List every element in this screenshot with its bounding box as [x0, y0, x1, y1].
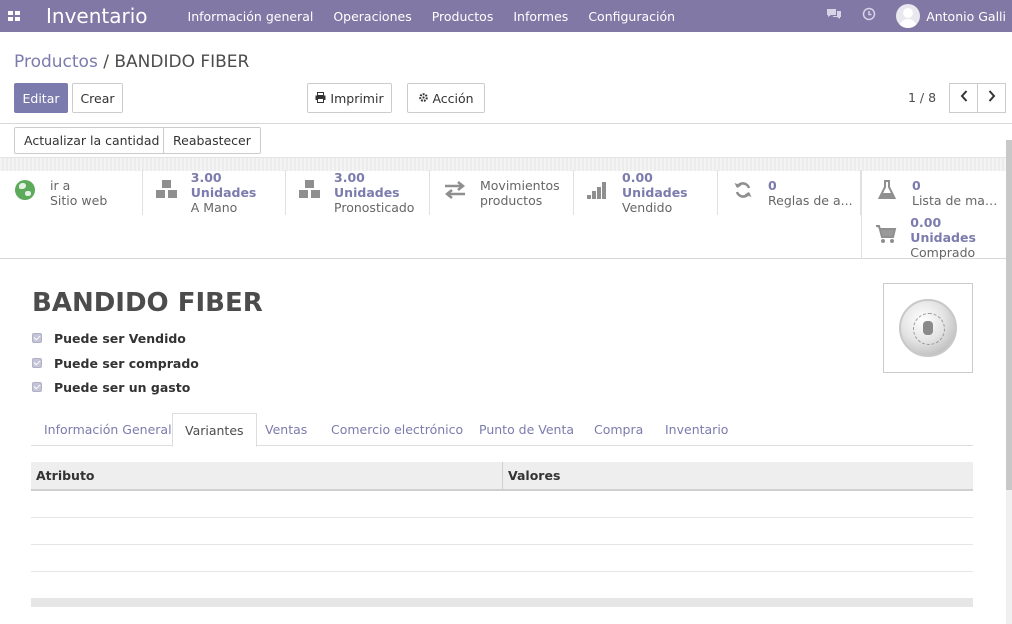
column-header-atributo[interactable]: Atributo [31, 462, 503, 489]
checkbox[interactable] [32, 358, 42, 368]
table-row [31, 545, 973, 572]
chat-icon[interactable] [826, 7, 842, 25]
check-label: Puede ser un gasto [54, 379, 191, 395]
stat-line2: productos [480, 192, 543, 208]
tab-variantes[interactable]: Variantes [172, 413, 257, 447]
table-row [31, 491, 973, 518]
main-menu: Información general Operaciones Producto… [188, 9, 696, 24]
tab-ventas[interactable]: Ventas [253, 413, 319, 446]
cart-icon [870, 224, 902, 250]
stat-value: 0.00 Unidades [910, 214, 976, 245]
exchange-icon [438, 180, 472, 205]
edit-button[interactable]: Editar [14, 83, 68, 113]
scrollbar-thumb[interactable] [1006, 140, 1012, 490]
table-row [31, 572, 973, 599]
table-footer [31, 599, 973, 607]
variants-table: Atributo Valores [31, 462, 973, 607]
table-row [31, 518, 973, 545]
stat-label: Lista de mat... [912, 192, 1000, 208]
create-button[interactable]: Crear [72, 83, 123, 113]
stat-buttons: ir a Sitio web 3.00 Unidades A Mano 3.00… [0, 170, 1006, 260]
app-title: Inventario [46, 4, 148, 28]
stat-website[interactable]: ir a Sitio web [0, 170, 143, 215]
stat-label: Reglas de a... [768, 192, 853, 208]
check-label: Puede ser Vendido [54, 330, 186, 346]
flask-icon [870, 179, 904, 206]
menu-item-operaciones[interactable]: Operaciones [333, 9, 411, 24]
signal-icon [582, 180, 614, 205]
gear-icon [418, 91, 429, 106]
breadcrumb-current: BANDIDO FIBER [114, 52, 250, 72]
menu-item-configuracion[interactable]: Configuración [588, 9, 675, 24]
table-header: Atributo Valores [31, 462, 973, 491]
stat-moves[interactable]: Movimientos productos [430, 170, 574, 215]
tab-inventario[interactable]: Inventario [653, 413, 740, 446]
user-menu[interactable]: Antonio Galli [926, 9, 1006, 24]
navbar-right: Antonio Galli [826, 0, 1012, 32]
stat-value: 0.00 Unidades [622, 170, 688, 200]
check-label: Puede ser comprado [54, 355, 199, 371]
check-can-be-expensed[interactable]: Puede ser un gasto [32, 378, 190, 396]
replenish-button[interactable]: Reabastecer [163, 127, 261, 154]
print-label: Imprimir [330, 90, 384, 106]
stat-value: 0 [912, 177, 921, 193]
sheet-background [0, 157, 1006, 171]
pager-previous[interactable] [949, 83, 978, 113]
stat-forecasted[interactable]: 3.00 Unidades Pronosticado [286, 170, 430, 215]
tab-compra[interactable]: Compra [582, 413, 655, 446]
refresh-icon [726, 180, 760, 206]
stat-value: 3.00 Unidades [190, 170, 257, 200]
print-button[interactable]: Imprimir [307, 83, 392, 113]
chevron-left-icon [960, 90, 968, 106]
stat-line1: Movimientos [480, 177, 560, 193]
print-icon [315, 91, 326, 106]
checkbox[interactable] [32, 382, 42, 392]
stat-line1: ir a [50, 177, 71, 193]
stat-bom[interactable]: 0 Lista de mat... [861, 170, 1006, 215]
breadcrumb-parent[interactable]: Productos [14, 52, 98, 72]
stat-value: 3.00 Unidades [334, 170, 400, 200]
product-image-thumbnail [899, 299, 957, 357]
check-can-be-sold[interactable]: Puede ser Vendido [32, 329, 186, 347]
tab-comercio-electronico[interactable]: Comercio electrónico [319, 413, 475, 446]
action-button[interactable]: Acción [407, 83, 485, 113]
breadcrumb: Productos / BANDIDO FIBER [14, 52, 249, 72]
stat-label: A Mano [190, 200, 238, 215]
stat-label: Comprado [910, 244, 976, 260]
top-navbar: Inventario Información general Operacion… [0, 0, 1012, 32]
stat-reorder-rules[interactable]: 0 Reglas de a... [718, 170, 861, 215]
breadcrumb-separator: / [103, 52, 109, 72]
menu-item-productos[interactable]: Productos [432, 9, 494, 24]
pager-value[interactable]: 1 / 8 [908, 90, 936, 105]
stat-line2: Sitio web [50, 192, 108, 208]
column-header-valores[interactable]: Valores [503, 462, 560, 489]
clock-icon[interactable] [862, 7, 876, 25]
stat-sold[interactable]: 0.00 Unidades Vendido [574, 170, 718, 215]
pager-next[interactable] [977, 83, 1006, 113]
chevron-right-icon [988, 90, 996, 106]
checkbox[interactable] [32, 333, 42, 343]
grid-icon[interactable] [0, 0, 28, 32]
cubes-icon [294, 178, 326, 207]
product-image[interactable] [883, 283, 973, 373]
update-quantity-button[interactable]: Actualizar la cantidad [14, 127, 170, 154]
stat-label: Vendido [622, 200, 673, 215]
action-label: Acción [432, 90, 474, 106]
menu-item-informes[interactable]: Informes [513, 9, 568, 24]
cubes-icon [151, 178, 183, 207]
scrollbar[interactable] [1006, 140, 1012, 624]
globe-icon [8, 179, 42, 206]
user-avatar[interactable] [896, 4, 921, 28]
control-panel-divider [0, 123, 1012, 124]
notebook-tabs: Información General Variantes Ventas Com… [31, 413, 973, 447]
stat-value: 0 [768, 177, 777, 193]
product-name: BANDIDO FIBER [32, 288, 263, 318]
stat-purchased[interactable]: 0.00 Unidades Comprado [861, 214, 1006, 260]
check-can-be-purchased[interactable]: Puede ser comprado [32, 354, 199, 372]
stat-on-hand[interactable]: 3.00 Unidades A Mano [143, 170, 286, 215]
menu-item-informacion-general[interactable]: Información general [188, 9, 314, 24]
tab-informacion-general[interactable]: Información General [32, 413, 184, 446]
stat-label: Pronosticado [334, 200, 415, 215]
tab-punto-de-venta[interactable]: Punto de Venta [467, 413, 586, 446]
